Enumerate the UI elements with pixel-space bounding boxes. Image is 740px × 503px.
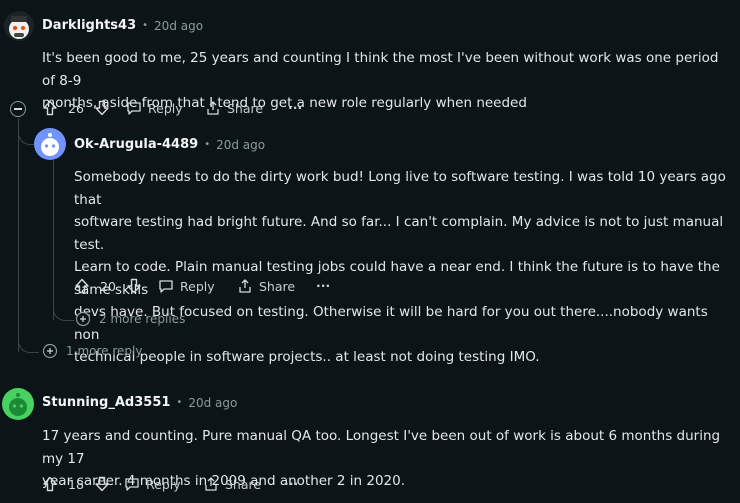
reply-button[interactable]: Reply (124, 476, 181, 492)
downvote-icon[interactable] (94, 100, 110, 116)
thread-connector (53, 304, 74, 321)
username[interactable]: Ok-Arugula-4489 (74, 137, 198, 152)
plus-circle-icon (75, 311, 91, 327)
thread-line-reply (53, 160, 54, 320)
share-button[interactable]: Share (203, 476, 261, 492)
username[interactable]: Stunning_Ad3551 (42, 395, 170, 410)
more-options-button[interactable]: ··· (316, 278, 330, 293)
more-options-button[interactable]: ··· (284, 476, 298, 491)
separator-dot: • (142, 20, 149, 31)
timestamp[interactable]: 20d ago (216, 138, 265, 152)
timestamp[interactable]: 20d ago (188, 396, 237, 410)
avatar[interactable] (34, 128, 66, 160)
collapse-button[interactable] (10, 101, 26, 117)
avatar[interactable] (2, 388, 34, 420)
ellipsis-icon: ··· (288, 100, 303, 115)
vote-count: 20 (100, 278, 116, 294)
share-icon (237, 278, 253, 294)
timestamp[interactable]: 20d ago (154, 19, 203, 33)
downvote-icon[interactable] (94, 476, 110, 492)
share-button[interactable]: Share (205, 100, 263, 116)
separator-dot: • (204, 139, 211, 150)
reply-button[interactable]: Reply (158, 278, 215, 294)
share-icon (203, 476, 219, 492)
thread-connector (18, 336, 39, 353)
minus-icon (14, 108, 22, 110)
upvote-icon[interactable] (74, 278, 90, 294)
share-button[interactable]: Share (237, 278, 295, 294)
username[interactable]: Darklights43 (42, 18, 136, 33)
avatar[interactable] (4, 11, 34, 41)
ellipsis-icon: ··· (284, 476, 299, 491)
share-icon (205, 100, 221, 116)
separator-dot: • (176, 397, 183, 408)
thread-connector (18, 128, 35, 145)
more-options-button[interactable]: ··· (288, 100, 302, 115)
comment-icon (124, 476, 140, 492)
vote-count: 26 (68, 100, 84, 116)
vote-group: 26 (42, 100, 110, 116)
more-replies-link[interactable]: 2 more replies (75, 311, 185, 327)
plus-circle-icon (42, 343, 58, 359)
vote-group: 18 (42, 476, 110, 492)
vote-count: 18 (68, 476, 84, 492)
downvote-icon[interactable] (126, 278, 142, 294)
comment-body: Somebody needs to do the dirty work bud!… (74, 169, 726, 365)
vote-group: 20 (74, 278, 142, 294)
more-replies-link[interactable]: 1 more reply (42, 343, 142, 359)
ellipsis-icon: ··· (316, 278, 331, 293)
upvote-icon[interactable] (42, 476, 58, 492)
comment-icon (158, 278, 174, 294)
comment-icon (126, 100, 142, 116)
upvote-icon[interactable] (42, 100, 58, 116)
thread-line-root (18, 118, 19, 352)
reply-button[interactable]: Reply (126, 100, 183, 116)
